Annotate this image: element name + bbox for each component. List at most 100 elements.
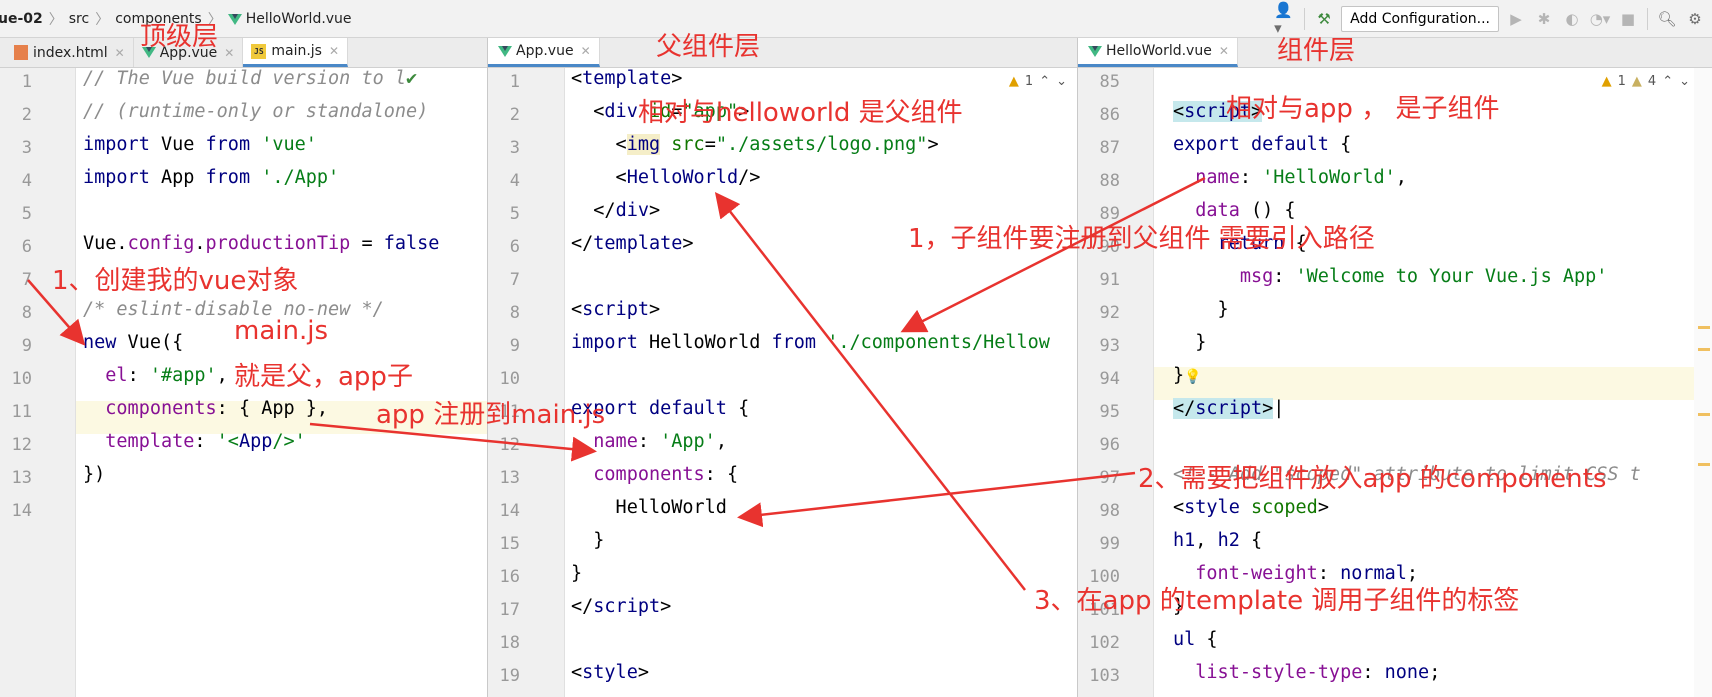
warning-count: 1 [1617,74,1626,89]
tab-helloworld-vue[interactable]: HelloWorld.vue ✕ [1078,38,1238,67]
line-number: 10 [11,369,32,389]
error-stripe[interactable] [1694,68,1712,697]
tab-label: App.vue [516,43,574,59]
stripe-mark[interactable] [1698,348,1710,351]
annotation-step1-register: 1，子组件要注册到父组件 需要引入路径 [908,224,1375,254]
line-number: 14 [499,501,520,521]
profile-icon[interactable]: ◔▾ [1589,8,1611,30]
user-icon[interactable]: 👤▾ [1274,1,1296,37]
line-number: 14 [11,501,32,521]
line-number: 2 [21,105,32,125]
line-number: 85 [1099,72,1120,92]
inspection-widget[interactable]: ▲ 1 ▲ 4 ⌃ ⌄ [1602,74,1690,89]
warning-icon: ▲ [1601,74,1612,89]
close-icon[interactable]: ✕ [329,44,339,58]
line-number: 8 [509,303,520,323]
line-number: 6 [509,237,520,257]
line-number: 102 [1089,633,1120,653]
chevron-up-icon[interactable]: ⌃ [1039,74,1050,89]
annotation-relative-child: 相对与app ， 是子组件 [1226,94,1500,124]
debug-icon[interactable]: ✱ [1533,8,1555,30]
breadcrumb-project[interactable]: ue-02 [0,11,49,27]
left-tab-bar: index.html ✕ App.vue ✕ JS main.js ✕ [0,38,487,68]
breadcrumb-file[interactable]: HelloWorld.vue [222,11,358,27]
line-number: 4 [21,171,32,191]
line-number: 5 [21,204,32,224]
settings-icon[interactable]: ⚙ [1684,8,1706,30]
close-icon[interactable]: ✕ [115,46,125,60]
stop-icon[interactable]: ■ [1617,8,1639,30]
close-icon[interactable]: ✕ [581,44,591,58]
line-number: 8 [21,303,32,323]
line-number: 93 [1099,336,1120,356]
chevron-down-icon[interactable]: ⌄ [1679,74,1690,89]
code-content[interactable]: // The Vue build version to l✔ // (runti… [83,68,439,485]
chevron-right-icon: 〉 [95,12,110,28]
line-number: 91 [1099,270,1120,290]
annotation-app-register: app 注册到main.js [376,400,606,430]
line-number: 10 [499,369,520,389]
vue-file-icon [227,13,242,25]
annotation-step1-create: 1、创建我的vue对象 [52,266,299,296]
line-number: 2 [509,105,520,125]
vue-file-icon [1088,45,1102,57]
search-icon[interactable]: 🔍︎ [1656,8,1678,30]
line-number: 3 [509,138,520,158]
inspection-widget[interactable]: ▲ 1 ⌃ ⌄ [1009,74,1067,89]
line-number: 95 [1099,402,1120,422]
navigation-bar: ue-02 〉 src 〉 components 〉 HelloWorld.vu… [0,0,1712,38]
line-number: 94 [1099,369,1120,389]
line-number: 17 [499,600,520,620]
annotation-component-layer: 组件层 [1277,36,1356,66]
line-number: 5 [509,204,520,224]
html-file-icon [14,45,28,60]
tab-main-js[interactable]: JS main.js ✕ [243,38,349,67]
line-number: 11 [11,402,32,422]
warning-icon: ▲ [1008,74,1019,89]
line-number: 7 [21,270,32,290]
weak-warning-count: 4 [1647,74,1657,89]
line-number: 12 [499,435,520,455]
annotation-step3: 3、在app 的template 调用子组件的标签 [1034,586,1520,616]
breadcrumb-file-label: HelloWorld.vue [245,11,352,27]
close-icon[interactable]: ✕ [224,46,234,60]
stripe-mark[interactable] [1698,463,1710,466]
line-number: 92 [1099,303,1120,323]
chevron-down-icon[interactable]: ⌄ [1056,74,1067,89]
annotation-parent-layer: 父组件层 [656,32,761,62]
line-number: 9 [509,336,520,356]
annotation-top-layer: 顶级层 [140,22,219,52]
coverage-icon[interactable]: ◐ [1561,8,1583,30]
run-icon[interactable]: ▶ [1505,8,1527,30]
code-content[interactable]: <template> <div id="app"> <img src="./as… [571,68,1050,683]
middle-tab-bar: App.vue ✕ [488,38,1077,68]
tab-label: main.js [271,43,322,59]
stripe-mark[interactable] [1698,326,1710,329]
close-icon[interactable]: ✕ [1219,44,1229,58]
tab-app-vue[interactable]: App.vue ✕ [488,38,600,67]
add-configuration-button[interactable]: Add Configuration... [1341,6,1499,32]
vue-file-icon [498,45,512,57]
line-number: 87 [1099,138,1120,158]
breadcrumb-src[interactable]: src [63,11,95,27]
warning-count: 1 [1024,74,1034,89]
right-tab-bar: HelloWorld.vue ✕ [1078,38,1712,68]
stripe-mark[interactable] [1698,413,1710,416]
tab-index-html[interactable]: index.html ✕ [0,38,134,67]
js-file-icon: JS [251,43,267,59]
annotation-mainjs: main.js [234,316,328,346]
code-content[interactable]: <script> export default { name: 'HelloWo… [1173,68,1641,683]
chevron-right-icon: 〉 [48,12,63,28]
line-number: 16 [499,567,520,587]
line-number: 15 [499,534,520,554]
line-number: 4 [509,171,520,191]
line-number: 98 [1099,501,1120,521]
annotation-main-parent: 就是父，app子 [234,362,413,392]
editor-app-vue[interactable]: 1 2 3 4 5 6 7 8 9 10 11 12 13 14 15 16 17 18 19 ▲ 1 ⌃ ⌄ <tem… [488,68,1077,697]
line-number: 1 [509,72,520,92]
hammer-icon[interactable]: ⚒ [1313,8,1335,30]
line-number: 86 [1099,105,1120,125]
line-number: 19 [499,666,520,686]
line-number: 99 [1099,534,1120,554]
chevron-up-icon[interactable]: ⌃ [1662,74,1673,89]
